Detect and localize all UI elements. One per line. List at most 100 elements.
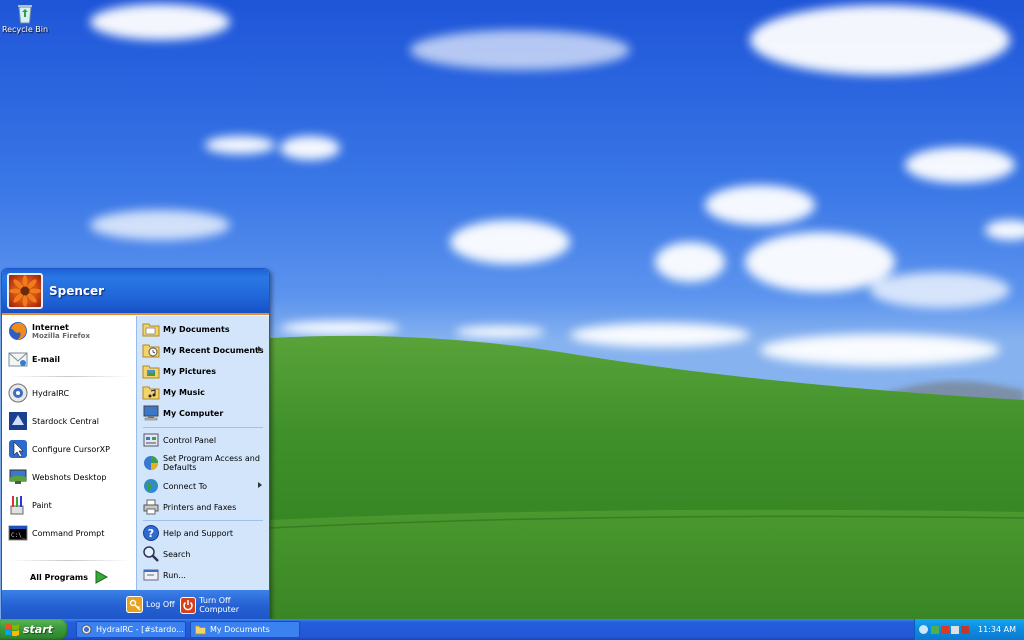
separator [143, 427, 263, 428]
hydrairc-icon [81, 624, 92, 635]
recent-item-configure-cursorxp[interactable]: Configure CursorXP [7, 436, 133, 462]
recent-item-command-prompt[interactable]: C:\_ Command Prompt [7, 520, 133, 546]
svg-text:?: ? [148, 527, 154, 540]
recent-item-label: Stardock Central [32, 416, 99, 426]
pinned-item-label: E-mail [32, 354, 61, 364]
computer-icon [142, 404, 160, 422]
folder-icon [142, 320, 160, 338]
place-label: My Recent Documents [163, 345, 264, 355]
place-my-music[interactable]: My Music [142, 382, 268, 402]
taskbar-button-label: My Documents [210, 625, 270, 634]
system-connect-to[interactable]: Connect To [142, 476, 268, 496]
paint-icon [7, 494, 29, 516]
all-programs-button[interactable]: All Programs [2, 564, 136, 590]
log-off-label: Log Off [146, 600, 175, 609]
pinned-item-sublabel: Mozilla Firefox [32, 331, 90, 340]
taskbar-button-my-documents[interactable]: My Documents [190, 621, 300, 638]
help-and-support[interactable]: ? Help and Support [142, 523, 268, 543]
taskbar-button-label: HydraIRC - [#stardo... [96, 625, 184, 634]
desktop-icon-recycle-bin[interactable]: Recycle Bin [2, 2, 48, 34]
recent-documents-icon [142, 341, 160, 359]
recent-item-webshots-desktop[interactable]: Webshots Desktop [7, 464, 133, 490]
pinned-item-internet[interactable]: Internet Mozilla Firefox [7, 318, 133, 344]
recent-item-label: Configure CursorXP [32, 444, 110, 454]
system-control-panel[interactable]: Control Panel [142, 430, 268, 450]
system-tray: 11:34 AM [914, 619, 1024, 640]
recent-item-label: Webshots Desktop [32, 472, 107, 482]
system-label: Connect To [163, 481, 208, 491]
pictures-folder-icon [142, 362, 160, 380]
taskbar-button-hydrairc[interactable]: HydraIRC - [#stardo... [76, 621, 186, 638]
volume-tray-icon[interactable] [951, 625, 959, 634]
recent-item-paint[interactable]: Paint [7, 492, 133, 518]
separator [8, 560, 130, 561]
place-my-recent-documents[interactable]: My Recent Documents [142, 340, 268, 360]
recent-item-hydrairc[interactable]: HydraIRC [7, 380, 133, 406]
shield-tray-icon[interactable] [941, 625, 949, 634]
user-name: Spencer [49, 284, 105, 298]
submenu-arrow-icon [258, 346, 262, 352]
printer-icon [142, 498, 160, 516]
log-off-button[interactable]: Log Off [126, 596, 175, 613]
network-tray-icon[interactable] [931, 625, 939, 634]
tray-collapse-icon[interactable] [919, 625, 928, 634]
recent-item-label: HydraIRC [32, 388, 70, 398]
recycle-bin-icon [18, 5, 32, 24]
search-icon [142, 545, 160, 563]
stardock-icon [7, 410, 29, 432]
taskbar: start HydraIRC - [#stardo... My Document… [0, 619, 1024, 640]
start-button[interactable]: start [0, 619, 68, 640]
turn-off-computer-button[interactable]: Turn Off Computer [180, 596, 269, 614]
firefox-icon [7, 320, 29, 342]
desktop-icon-label: Recycle Bin [1, 25, 49, 34]
system-printers-and-faxes[interactable]: Printers and Faxes [142, 497, 268, 517]
start-menu-header: Spencer [2, 269, 269, 315]
windows-logo-icon [5, 623, 19, 636]
search[interactable]: Search [142, 544, 268, 564]
clock[interactable]: 11:34 AM [978, 625, 1016, 634]
place-label: My Documents [163, 324, 230, 334]
system-label: Control Panel [163, 435, 217, 445]
start-menu-footer: Log Off Turn Off Computer [2, 590, 269, 618]
turn-off-label: Turn Off Computer [199, 596, 239, 614]
pinned-item-label: Internet [32, 322, 69, 332]
svg-text:C:\_: C:\_ [11, 532, 26, 539]
run[interactable]: Run... [142, 565, 268, 585]
system-label: Printers and Faxes [163, 502, 237, 512]
all-programs-label: All Programs [30, 572, 88, 582]
start-menu-right-pane: My Documents My Recent Documents My Pict… [136, 316, 269, 590]
power-icon [180, 596, 197, 614]
app-tray-icon[interactable] [961, 625, 969, 634]
program-access-icon [142, 454, 160, 472]
separator [143, 520, 263, 521]
recent-item-label: Paint [32, 500, 52, 510]
place-my-pictures[interactable]: My Pictures [142, 361, 268, 381]
submenu-arrow-icon [258, 482, 262, 488]
help-label: Help and Support [163, 528, 233, 538]
hydrairc-icon [7, 382, 29, 404]
cursorxp-icon [7, 438, 29, 460]
run-icon [142, 566, 160, 584]
recent-item-label: Command Prompt [32, 528, 105, 538]
place-label: My Music [163, 387, 205, 397]
place-label: My Pictures [163, 366, 216, 376]
help-label: Search [163, 549, 191, 559]
place-my-computer[interactable]: My Computer [142, 403, 268, 423]
user-avatar[interactable] [7, 273, 43, 309]
place-my-documents[interactable]: My Documents [142, 319, 268, 339]
start-label: start [23, 623, 53, 636]
folder-icon [195, 625, 206, 635]
system-label: Set Program Access and Defaults [163, 454, 260, 472]
key-icon [126, 596, 143, 613]
music-folder-icon [142, 383, 160, 401]
email-icon [7, 348, 29, 370]
start-menu-left-pane: Internet Mozilla Firefox E-mail HydraIRC … [2, 316, 136, 590]
system-set-program-access[interactable]: Set Program Access and Defaults [142, 451, 268, 475]
green-arrow-icon [95, 570, 108, 584]
command-prompt-icon: C:\_ [7, 522, 29, 544]
connect-icon [142, 477, 160, 495]
control-panel-icon [142, 431, 160, 449]
webshots-icon [7, 466, 29, 488]
pinned-item-email[interactable]: E-mail [7, 346, 133, 372]
recent-item-stardock-central[interactable]: Stardock Central [7, 408, 133, 434]
